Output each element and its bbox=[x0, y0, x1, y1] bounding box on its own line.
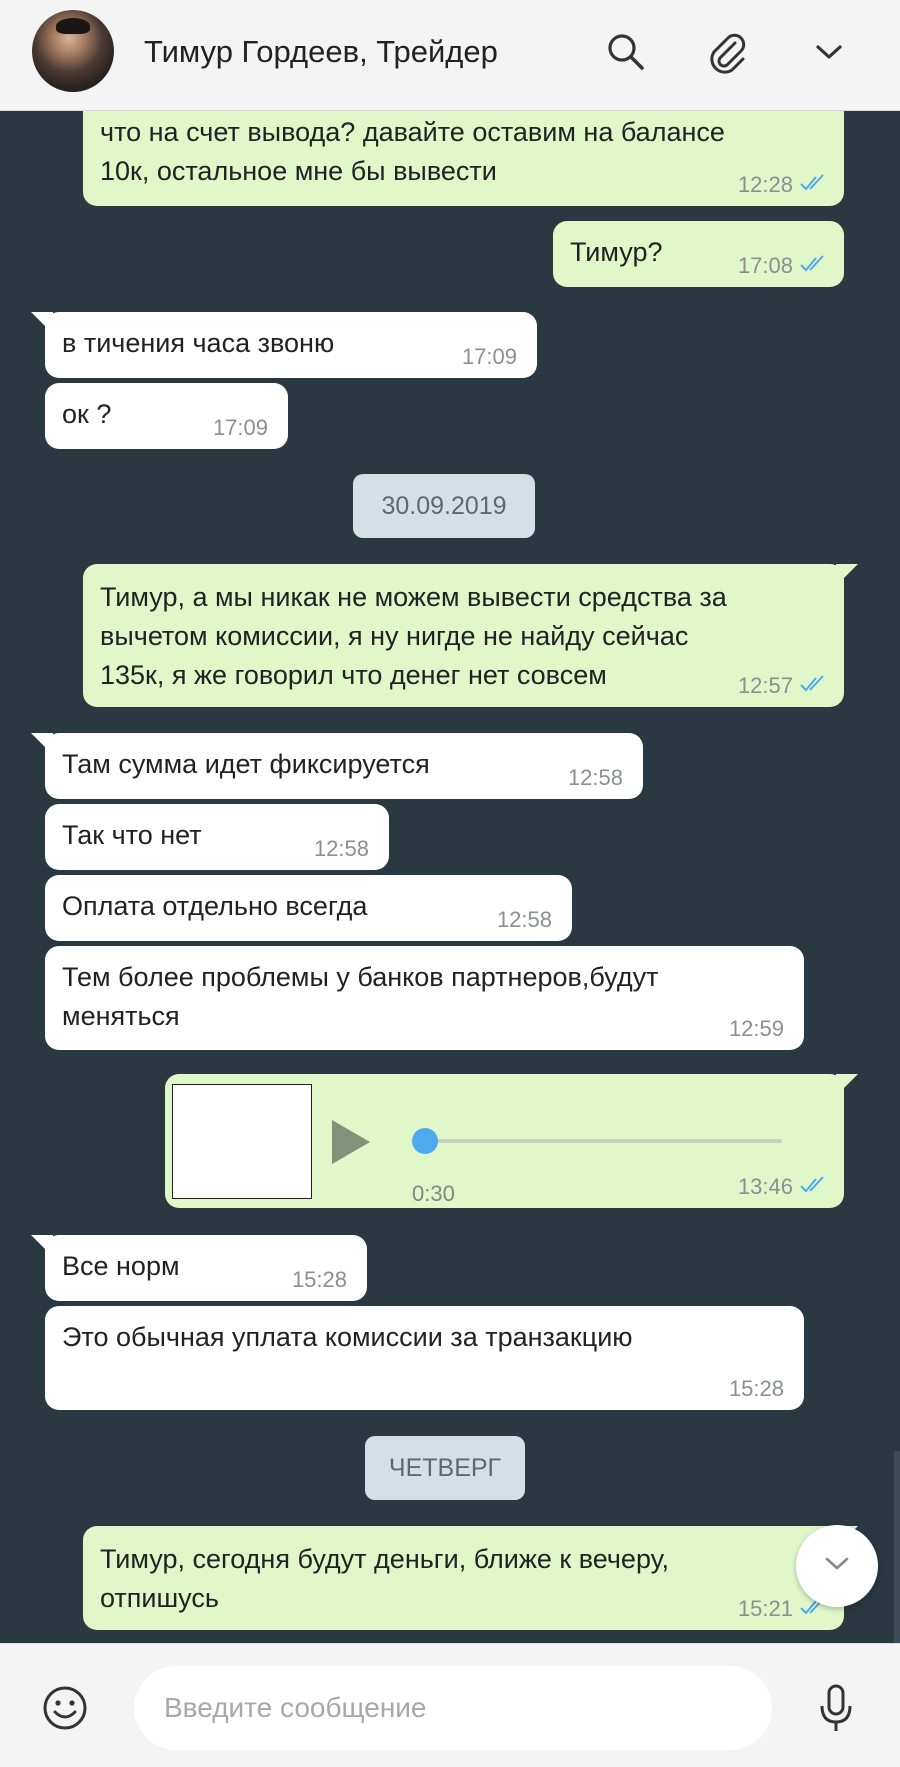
message-bubble-incoming[interactable]: ок ? 17:09 bbox=[45, 383, 288, 449]
chat-title[interactable]: Тимур Гордеев, Трейдер bbox=[144, 34, 498, 70]
message-text: Это обычная уплата комиссии за транзакци… bbox=[62, 1322, 633, 1352]
message-time: 12:59 bbox=[728, 1016, 784, 1041]
message-bubble-incoming[interactable]: Там сумма идет фиксируется 12:58 bbox=[31, 733, 643, 799]
message-bubble-outgoing[interactable]: что на счет вывода? давайте оставим на б… bbox=[83, 111, 844, 206]
message-text: Оплата отдельно всегда bbox=[62, 891, 368, 921]
message-list[interactable]: что на счет вывода? давайте оставим на б… bbox=[0, 111, 900, 1643]
voice-progress-track[interactable] bbox=[427, 1139, 782, 1143]
read-ticks-icon bbox=[799, 1174, 829, 1200]
message-time: 15:28 bbox=[291, 1267, 347, 1292]
message-time: 12:58 bbox=[567, 765, 623, 790]
voice-message-outgoing[interactable]: 0:30 13:46 bbox=[165, 1074, 858, 1208]
message-text: Тем более проблемы у банков партнеров,бу… bbox=[62, 962, 659, 1031]
message-time: 17:09 bbox=[212, 415, 268, 440]
message-text: что на счет вывода? давайте оставим на б… bbox=[100, 117, 725, 186]
message-time: 17:09 bbox=[461, 344, 517, 369]
scrollbar[interactable] bbox=[894, 1451, 900, 1643]
chevron-down-icon bbox=[824, 1556, 850, 1577]
message-time: 12:57 bbox=[738, 673, 829, 699]
message-bubble-incoming[interactable]: Тем более проблемы у банков партнеров,бу… bbox=[45, 946, 804, 1050]
message-bubble-incoming[interactable]: в тичения часа звоню 17:09 bbox=[31, 312, 537, 378]
message-bubble-incoming[interactable]: Все норм 15:28 bbox=[31, 1235, 367, 1301]
message-time: 15:28 bbox=[728, 1376, 784, 1401]
paperclip-icon[interactable] bbox=[703, 28, 751, 76]
read-ticks-icon bbox=[799, 673, 829, 699]
message-input[interactable] bbox=[134, 1666, 772, 1750]
scroll-to-bottom-button[interactable] bbox=[796, 1525, 878, 1607]
play-icon[interactable] bbox=[332, 1120, 370, 1164]
chat-header: Тимур Гордеев, Трейдер bbox=[0, 0, 900, 111]
avatar[interactable] bbox=[32, 10, 114, 92]
message-time: 13:46 bbox=[738, 1174, 829, 1200]
emoji-icon[interactable] bbox=[42, 1685, 88, 1731]
date-separator: ЧЕТВЕРГ bbox=[365, 1436, 525, 1500]
chevron-down-icon[interactable] bbox=[805, 28, 853, 76]
message-text: Тимур, а мы никак не можем вывести средс… bbox=[100, 582, 727, 690]
microphone-icon[interactable] bbox=[818, 1684, 854, 1734]
message-time: 12:58 bbox=[313, 836, 369, 861]
message-composer bbox=[0, 1643, 900, 1767]
voice-duration: 0:30 bbox=[412, 1181, 455, 1206]
message-text: Тимур, сегодня будут деньги, ближе к веч… bbox=[100, 1544, 669, 1613]
voice-thumbnail bbox=[172, 1084, 312, 1199]
message-time: 12:28 bbox=[738, 172, 829, 198]
message-bubble-outgoing[interactable]: Тимур, а мы никак не можем вывести средс… bbox=[83, 564, 858, 707]
date-separator: 30.09.2019 bbox=[353, 474, 535, 538]
message-text: Там сумма идет фиксируется bbox=[62, 749, 430, 779]
message-bubble-incoming[interactable]: Так что нет 12:58 bbox=[45, 804, 389, 870]
message-bubble-incoming[interactable]: Это обычная уплата комиссии за транзакци… bbox=[45, 1306, 804, 1410]
message-bubble-outgoing[interactable]: Тимур? 17:08 bbox=[553, 221, 844, 287]
message-bubble-outgoing[interactable]: Тимур, сегодня будут деньги, ближе к веч… bbox=[83, 1526, 858, 1630]
read-ticks-icon bbox=[799, 172, 829, 198]
voice-progress-knob[interactable] bbox=[412, 1128, 438, 1154]
message-bubble-incoming[interactable]: Оплата отдельно всегда 12:58 bbox=[45, 875, 572, 941]
message-text: в тичения часа звоню bbox=[62, 328, 335, 358]
message-time: 12:58 bbox=[496, 907, 552, 932]
read-ticks-icon bbox=[799, 253, 829, 279]
search-icon[interactable] bbox=[602, 28, 650, 76]
message-time: 17:08 bbox=[738, 253, 829, 279]
